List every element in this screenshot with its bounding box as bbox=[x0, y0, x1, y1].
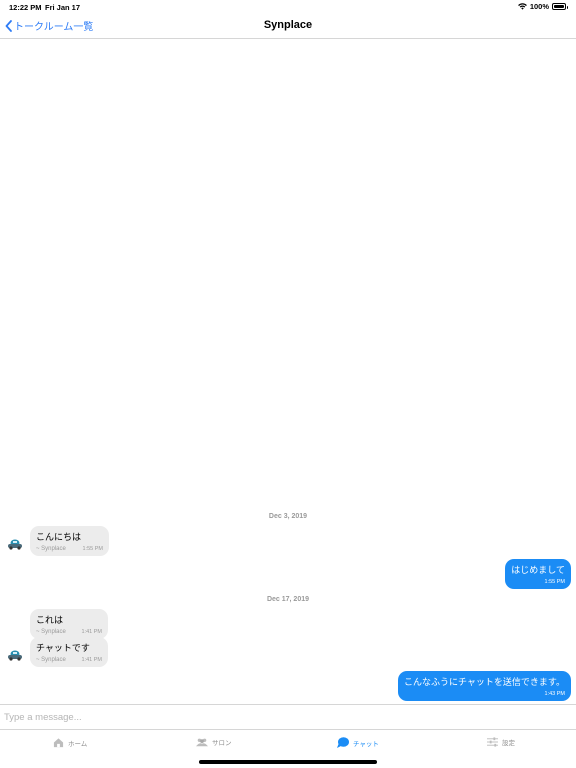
message-text: こんにちは bbox=[36, 532, 82, 542]
message-text: チャットです bbox=[36, 643, 90, 653]
message-sender: ~ Synplace bbox=[36, 657, 66, 663]
message-time: 1:55 PM bbox=[544, 579, 565, 585]
home-indicator[interactable] bbox=[199, 760, 377, 764]
home-icon bbox=[53, 738, 64, 748]
tab-label: 設定 bbox=[502, 740, 515, 747]
message-sender: ~ Synplace bbox=[36, 629, 66, 635]
tab-chat[interactable]: チャット bbox=[337, 737, 379, 748]
message-text: これは bbox=[36, 615, 64, 625]
chat-message-list[interactable]: Dec 3, 2019 こんにちは ~ Synplace 1:55 PM はじめ… bbox=[0, 40, 576, 704]
tab-bar: ホーム サロン チャット 設定 bbox=[0, 729, 576, 768]
avatar bbox=[8, 650, 22, 661]
status-date: Fri Jan 17 bbox=[45, 3, 81, 12]
tab-label: ホーム bbox=[68, 740, 88, 748]
message-composer bbox=[0, 704, 576, 729]
message-text: はじめまして bbox=[511, 565, 565, 575]
status-bar: 12:22 PM Fri Jan 17 100% bbox=[0, 0, 576, 14]
chat-icon bbox=[337, 737, 349, 748]
message-bubble-incoming[interactable]: これは ~ Synplace 1:41 PM bbox=[30, 609, 108, 639]
navigation-bar: トークルーム一覧 Synplace bbox=[0, 14, 576, 39]
message-input[interactable] bbox=[4, 709, 564, 725]
message-sender: ~ Synplace bbox=[36, 546, 66, 552]
message-text: こんなふうにチャットを送信できます。 bbox=[403, 677, 565, 687]
wifi-icon bbox=[517, 3, 527, 10]
message-time: 1:41 PM bbox=[81, 629, 102, 635]
tab-salon[interactable]: サロン bbox=[196, 737, 232, 747]
message-bubble-outgoing[interactable]: はじめまして 1:55 PM bbox=[505, 559, 571, 589]
message-bubble-incoming[interactable]: こんにちは ~ Synplace 1:55 PM bbox=[30, 526, 109, 556]
people-icon bbox=[196, 738, 208, 747]
settings-icon bbox=[487, 737, 498, 747]
battery-percent: 100% bbox=[529, 2, 549, 11]
tab-settings[interactable]: 設定 bbox=[487, 737, 515, 747]
message-bubble-outgoing[interactable]: こんなふうにチャットを送信できます。 1:43 PM bbox=[397, 671, 571, 701]
tab-label: チャット bbox=[353, 740, 379, 748]
avatar bbox=[8, 539, 22, 550]
status-indicators: 100% bbox=[517, 2, 568, 11]
battery-icon bbox=[552, 3, 568, 10]
message-bubble-incoming[interactable]: チャットです ~ Synplace 1:41 PM bbox=[30, 637, 108, 667]
page-title: Synplace bbox=[263, 19, 313, 31]
tab-label: サロン bbox=[212, 740, 232, 747]
message-time: 1:55 PM bbox=[82, 546, 103, 552]
date-separator: Dec 3, 2019 bbox=[268, 513, 308, 520]
message-time: 1:43 PM bbox=[544, 691, 565, 697]
date-separator: Dec 17, 2019 bbox=[266, 596, 310, 603]
message-time: 1:41 PM bbox=[81, 657, 102, 663]
tab-home[interactable]: ホーム bbox=[53, 737, 87, 748]
status-time: 12:22 PM bbox=[9, 3, 42, 12]
